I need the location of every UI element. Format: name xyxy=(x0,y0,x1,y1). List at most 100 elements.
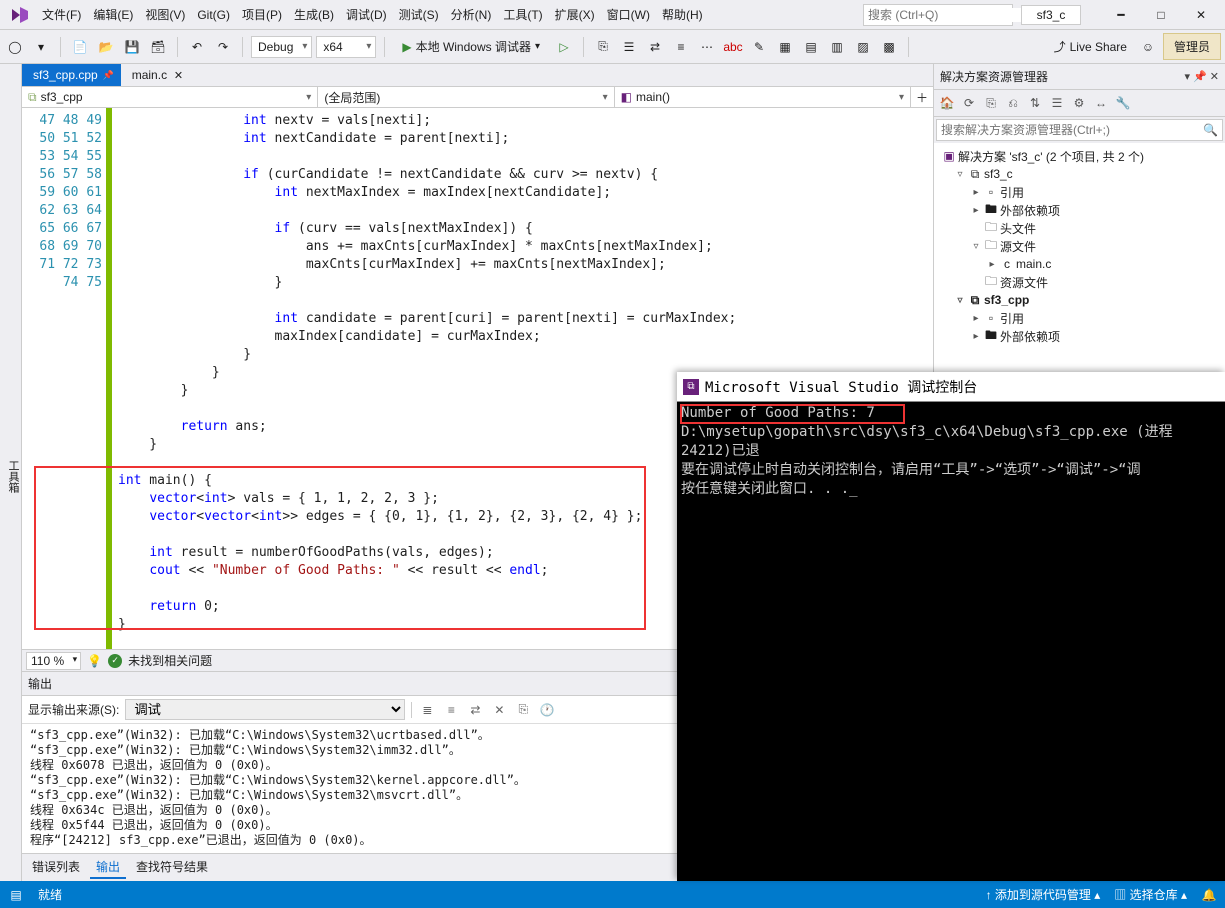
solution-search-input[interactable] xyxy=(941,123,1203,137)
tree-root[interactable]: ▣ 解决方案 'sf3_c' (2 个项目, 共 2 个) xyxy=(938,147,1221,165)
tree-row[interactable]: 🗀 头文件 xyxy=(938,219,1221,237)
sol-tb-4[interactable]: ⎌ xyxy=(1004,94,1022,112)
tree-arrow-icon[interactable]: ▸ xyxy=(970,187,982,198)
save-button[interactable]: 💾 xyxy=(121,36,143,58)
tab-error-list[interactable]: 错误列表 xyxy=(26,856,86,879)
sol-tb-7[interactable]: ⚙ xyxy=(1070,94,1088,112)
status-select-repo[interactable]: ▥ 选择仓库 ▴ xyxy=(1114,886,1187,903)
nav-member-combo[interactable]: ◧main() xyxy=(615,87,911,107)
minimize-button[interactable]: ━ xyxy=(1101,1,1141,29)
tree-arrow-icon[interactable]: ▸ xyxy=(986,259,998,270)
global-search-box[interactable]: 🔍 xyxy=(863,4,1013,26)
tree-row[interactable]: ▿ 🗀 源文件 xyxy=(938,237,1221,255)
out-btn-6[interactable]: 🕐 xyxy=(538,701,556,719)
tree-arrow-icon[interactable]: ▿ xyxy=(954,295,966,306)
out-btn-clear[interactable]: ✕ xyxy=(490,701,508,719)
tree-row[interactable]: ▸ ▫ 引用 xyxy=(938,183,1221,201)
tree-arrow-icon[interactable]: ▸ xyxy=(970,331,982,342)
config-combo[interactable]: Debug xyxy=(251,36,312,58)
start-nodebug-button[interactable]: ▷ xyxy=(553,36,575,58)
tree-row[interactable]: ▿ ⧉ sf3_c xyxy=(938,165,1221,183)
menu-file[interactable]: 文件(F) xyxy=(36,2,87,27)
tree-row[interactable]: ▸ 🖿 外部依赖项 xyxy=(938,327,1221,345)
nav-fwd-button[interactable]: ▾ xyxy=(30,36,52,58)
sol-tb-6[interactable]: ☰ xyxy=(1048,94,1066,112)
tab-output[interactable]: 输出 xyxy=(90,856,126,879)
menu-view[interactable]: 视图(V) xyxy=(139,2,191,27)
close-icon[interactable]: ✕ xyxy=(174,69,183,82)
sol-tb-2[interactable]: ⟳ xyxy=(960,94,978,112)
tree-row[interactable]: 🗀 资源文件 xyxy=(938,273,1221,291)
out-btn-1[interactable]: ≣ xyxy=(418,701,436,719)
bell-icon[interactable]: 🔔 xyxy=(1201,887,1217,903)
tree-arrow-icon[interactable]: ▸ xyxy=(970,313,982,324)
out-btn-3[interactable]: ⇄ xyxy=(466,701,484,719)
out-btn-5[interactable]: ⎘ xyxy=(514,701,532,719)
tb-icon-2[interactable]: ☰ xyxy=(618,36,640,58)
open-button[interactable]: 📂 xyxy=(95,36,117,58)
editor-tab-sf3cpp[interactable]: sf3_cpp.cpp 📌 xyxy=(22,64,121,86)
output-source-combo[interactable]: 调试 xyxy=(125,699,405,720)
lightbulb-icon[interactable]: 💡 xyxy=(87,654,102,668)
tree-row[interactable]: ▿ ⧉ sf3_cpp xyxy=(938,291,1221,309)
tb-icon-4[interactable]: ≡ xyxy=(670,36,692,58)
tab-find-symbol[interactable]: 查找符号结果 xyxy=(130,856,214,879)
menu-build[interactable]: 生成(B) xyxy=(288,2,340,27)
save-all-button[interactable]: 🗃 xyxy=(147,36,169,58)
start-debug-button[interactable]: ▶本地 Windows 调试器▾ xyxy=(393,36,549,58)
menu-debug[interactable]: 调试(D) xyxy=(340,2,393,27)
sol-dropdown-icon[interactable]: ▾ xyxy=(1185,70,1191,83)
sol-home-icon[interactable]: 🏠 xyxy=(938,94,956,112)
sol-close-icon[interactable]: ✕ xyxy=(1210,70,1219,83)
tree-row[interactable]: ▸ c main.c xyxy=(938,255,1221,273)
zoom-combo[interactable]: 110 % xyxy=(26,652,81,670)
menu-project[interactable]: 项目(P) xyxy=(236,2,288,27)
tree-arrow-icon[interactable]: ▿ xyxy=(970,241,982,252)
tree-arrow-icon[interactable]: ▸ xyxy=(970,205,982,216)
sol-tb-5[interactable]: ⇅ xyxy=(1026,94,1044,112)
menu-git[interactable]: Git(G) xyxy=(191,4,236,26)
feedback-button[interactable]: ☺ xyxy=(1137,36,1159,58)
tb-icon-5[interactable]: ⋯ xyxy=(696,36,718,58)
debug-console-window[interactable]: ⧉ Microsoft Visual Studio 调试控制台 Number o… xyxy=(677,372,1225,881)
editor-tab-mainc[interactable]: main.c ✕ xyxy=(121,64,190,86)
pin-icon[interactable]: 📌 xyxy=(103,70,114,81)
undo-button[interactable]: ↶ xyxy=(186,36,208,58)
tb-icon-9[interactable]: ▤ xyxy=(800,36,822,58)
tb-icon-12[interactable]: ▩ xyxy=(878,36,900,58)
sol-tb-8[interactable]: ↔ xyxy=(1092,94,1110,112)
live-share-button[interactable]: ⤴ Live Share xyxy=(1048,38,1133,55)
new-project-button[interactable]: 📄 xyxy=(69,36,91,58)
nav-plus-button[interactable]: ＋ xyxy=(911,87,933,107)
tb-icon-8[interactable]: ▦ xyxy=(774,36,796,58)
nav-project-combo[interactable]: ⧉sf3_cpp xyxy=(22,87,318,107)
tb-icon-11[interactable]: ▨ xyxy=(852,36,874,58)
solution-search-box[interactable]: 🔍 xyxy=(936,119,1223,141)
menu-tools[interactable]: 工具(T) xyxy=(497,2,548,27)
tree-arrow-icon[interactable]: ▿ xyxy=(954,169,966,180)
nav-scope-combo[interactable]: (全局范围) xyxy=(318,87,614,107)
out-btn-2[interactable]: ≡ xyxy=(442,701,460,719)
sol-tb-9[interactable]: 🔧 xyxy=(1114,94,1132,112)
menu-edit[interactable]: 编辑(E) xyxy=(87,2,139,27)
toolbox-strip[interactable]: 工具箱 xyxy=(0,64,22,881)
menu-extensions[interactable]: 扩展(X) xyxy=(549,2,601,27)
status-add-source-control[interactable]: ↑ 添加到源代码管理 ▴ xyxy=(986,886,1101,903)
tb-icon-7[interactable]: ✎ xyxy=(748,36,770,58)
status-output-icon[interactable]: ▤ xyxy=(8,887,24,903)
maximize-button[interactable]: □ xyxy=(1141,1,1181,29)
tb-icon-1[interactable]: ⎘ xyxy=(592,36,614,58)
sol-tb-3[interactable]: ⎘ xyxy=(982,94,1000,112)
platform-combo[interactable]: x64 xyxy=(316,36,376,58)
global-search-input[interactable] xyxy=(868,8,1023,22)
menu-analyze[interactable]: 分析(N) xyxy=(445,2,498,27)
menu-help[interactable]: 帮助(H) xyxy=(656,2,709,27)
menu-test[interactable]: 测试(S) xyxy=(393,2,445,27)
tree-row[interactable]: ▸ 🖿 外部依赖项 xyxy=(938,201,1221,219)
redo-button[interactable]: ↷ xyxy=(212,36,234,58)
tb-icon-3[interactable]: ⇄ xyxy=(644,36,666,58)
tb-icon-10[interactable]: ▥ xyxy=(826,36,848,58)
console-title-bar[interactable]: ⧉ Microsoft Visual Studio 调试控制台 xyxy=(677,372,1225,402)
menu-window[interactable]: 窗口(W) xyxy=(601,2,656,27)
sol-pin-icon[interactable]: 📌 xyxy=(1193,70,1207,83)
